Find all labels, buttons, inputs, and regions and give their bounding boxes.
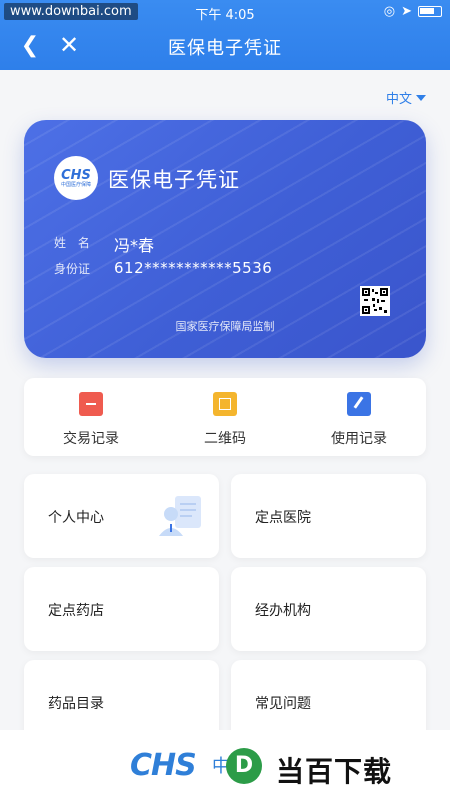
name-value: 冯*春 — [114, 236, 155, 255]
location-icon: ➤ — [401, 4, 412, 19]
usage-records-button[interactable]: 使用记录 — [292, 378, 426, 456]
page-title: 医保电子凭证 — [168, 38, 282, 59]
tile-designated-hospitals[interactable]: 定点医院 — [231, 474, 426, 558]
tile-personal-center[interactable]: 个人中心 — [24, 474, 219, 558]
card-title: 医保电子凭证 — [108, 168, 240, 192]
action-label: 交易记录 — [63, 431, 119, 447]
status-time: 下午 4:05 — [195, 8, 255, 23]
action-label: 二维码 — [204, 431, 246, 447]
qrcode-icon[interactable] — [360, 286, 390, 316]
document-icon — [79, 392, 103, 416]
id-label: 身份证 — [54, 262, 91, 276]
tile-agencies[interactable]: 经办机构 — [231, 567, 426, 651]
download-badge-icon: D — [226, 748, 262, 784]
chs-logo: CHS — [130, 748, 197, 783]
tile-label: 常见问题 — [255, 696, 311, 712]
logo-sub: 中国医疗保障 — [60, 181, 91, 188]
name-label: 姓 名 — [54, 236, 94, 250]
insurance-card: CHS 中国医疗保障 医保电子凭证 姓 名 冯*春 身份证 612*******… — [24, 120, 426, 358]
tile-label: 药品目录 — [48, 696, 104, 712]
battery-icon — [418, 6, 442, 17]
tile-designated-pharmacies[interactable]: 定点药店 — [24, 567, 219, 651]
qrcode-icon — [213, 392, 237, 416]
supervisor-text: 国家医疗保障局监制 — [175, 320, 275, 333]
logo-text: CHS — [61, 167, 91, 183]
tile-label: 定点药店 — [48, 603, 104, 619]
lock-rotation-icon: ◎ — [383, 4, 396, 19]
status-bar: www.downbai.com 下午 4:05 ◎ ➤ — [0, 0, 450, 24]
tile-label: 定点医院 — [255, 510, 311, 526]
quick-actions: 交易记录 二维码 使用记录 — [24, 378, 426, 456]
chs-logo-icon: CHS 中国医疗保障 — [54, 156, 98, 200]
transaction-records-button[interactable]: 交易记录 — [24, 378, 158, 456]
tile-label: 经办机构 — [255, 603, 311, 619]
footer-branding: CHS 中 D 当百下载 — [0, 730, 450, 800]
person-icon — [159, 496, 201, 536]
qrcode-button[interactable]: 二维码 — [158, 378, 292, 456]
language-selector[interactable]: 中文 — [386, 88, 426, 107]
download-brand: 当百下载 — [276, 755, 393, 788]
caret-down-icon — [416, 94, 426, 101]
app-header: www.downbai.com 下午 4:05 ◎ ➤ ❮ ✕ 医保电子凭证 — [0, 0, 450, 70]
id-value: 612***********5536 — [114, 259, 273, 277]
status-icons: ◎ ➤ — [384, 4, 442, 19]
action-label: 使用记录 — [331, 431, 387, 447]
tile-label: 个人中心 — [48, 510, 104, 526]
language-label: 中文 — [385, 92, 412, 107]
edit-icon — [347, 392, 371, 416]
